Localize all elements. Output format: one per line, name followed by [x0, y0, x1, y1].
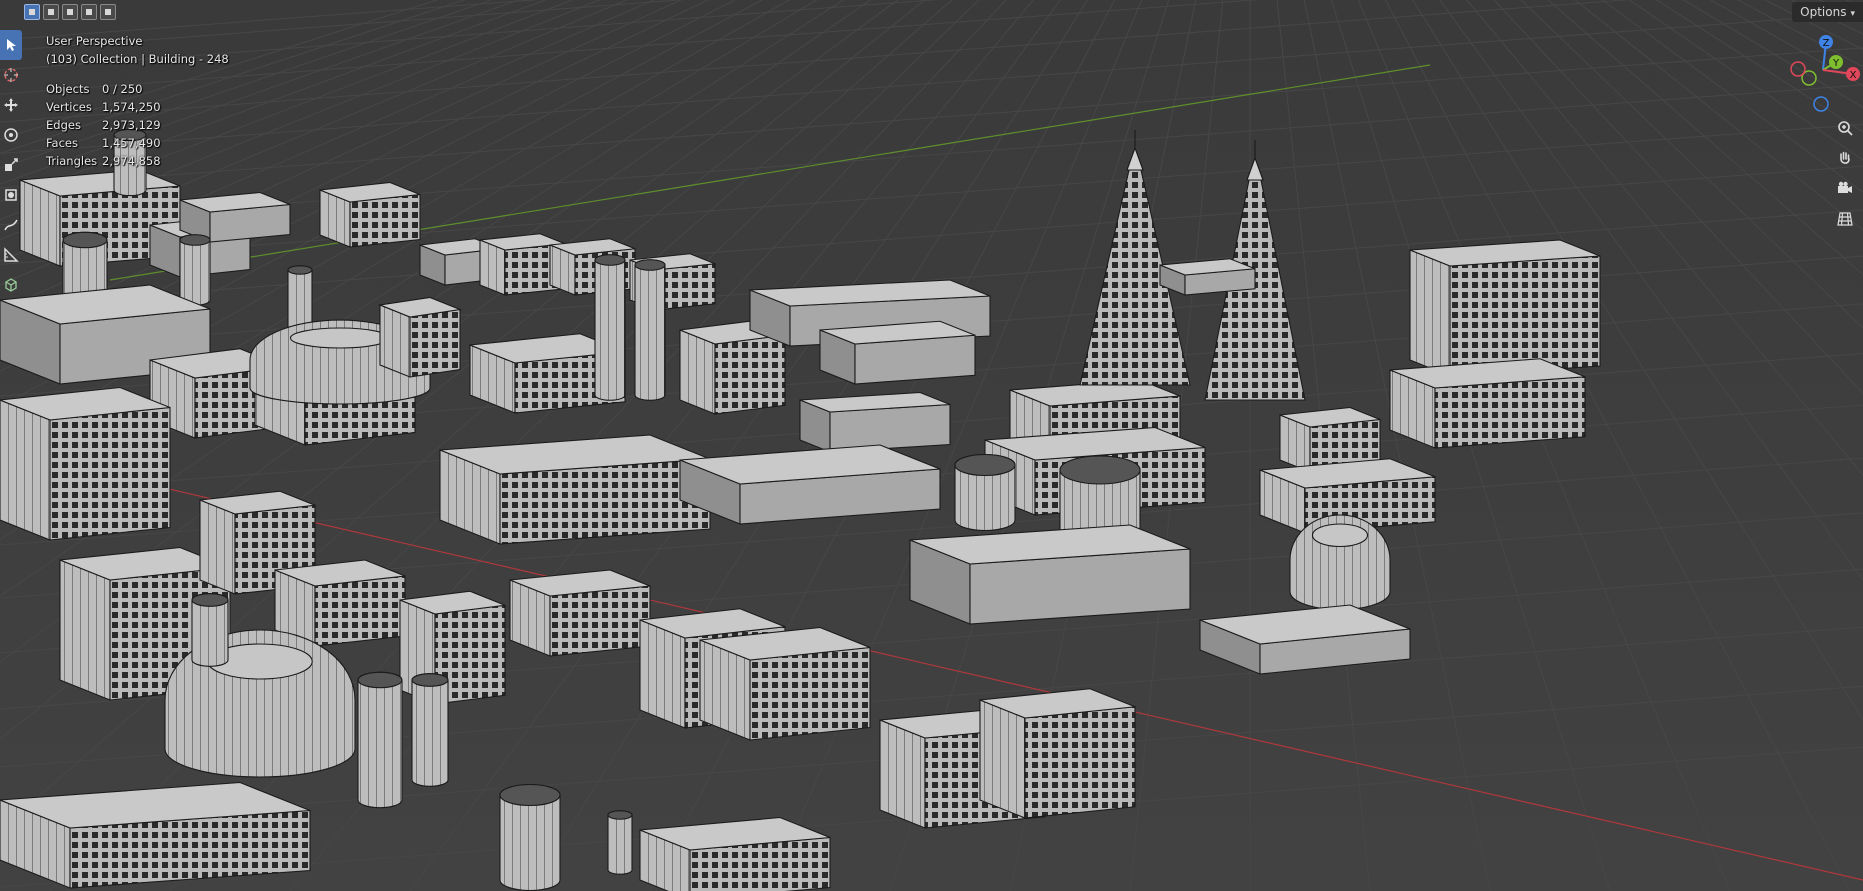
stat-value: 0 / 250 — [102, 82, 143, 96]
grid-ortho-icon[interactable] — [1833, 207, 1857, 231]
y-axis-label: Y — [1832, 58, 1840, 69]
pan-hand-icon[interactable] — [1833, 146, 1857, 170]
tool-shelf — [0, 30, 22, 300]
3d-viewport[interactable] — [0, 0, 1863, 891]
building-mesh — [439, 434, 711, 545]
zoom-icon[interactable] — [1833, 116, 1857, 140]
building-mesh — [979, 688, 1136, 819]
navigation-gizmo[interactable]: Z Y X — [1783, 32, 1863, 122]
building-mesh — [819, 320, 976, 385]
chimney-mesh — [411, 673, 449, 787]
stat-label: Vertices — [46, 100, 92, 114]
rotate-icon[interactable] — [0, 120, 22, 150]
scale-icon[interactable] — [0, 150, 22, 180]
stat-value: 2,974,858 — [102, 154, 161, 168]
stat-value: 1,574,250 — [102, 100, 161, 114]
view-name: User Perspective — [46, 34, 143, 48]
chevron-down-icon: ▾ — [1850, 9, 1855, 19]
select-box-icon[interactable] — [24, 4, 40, 20]
building-mesh — [0, 781, 311, 889]
chimney-mesh — [499, 783, 561, 891]
move-icon[interactable] — [0, 90, 22, 120]
building-mesh — [679, 444, 941, 525]
select-subtract-icon[interactable] — [62, 4, 78, 20]
z-axis-label: Z — [1823, 38, 1830, 49]
building-mesh — [319, 181, 421, 248]
options-label: Options — [1800, 5, 1847, 19]
select-invert-icon[interactable] — [81, 4, 97, 20]
neg-x-bubble[interactable] — [1790, 61, 1806, 77]
chimney-mesh — [357, 671, 403, 809]
building-mesh — [274, 559, 406, 647]
stat-label: Faces — [46, 136, 78, 150]
building-mesh — [1159, 258, 1256, 296]
building-mesh — [509, 569, 651, 657]
chimney-mesh — [191, 593, 229, 667]
select-intersect-icon[interactable] — [100, 4, 116, 20]
stat-label: Triangles — [46, 154, 98, 168]
scene-statistics: Objects 0 / 250 Vertices 1,574,250 Edges 2,… — [46, 80, 229, 170]
options-dropdown[interactable]: Options ▾ — [1792, 2, 1863, 22]
scene-canvas[interactable] — [0, 0, 1863, 891]
chimney-mesh — [594, 254, 626, 401]
x-axis-label: X — [1850, 70, 1857, 81]
stat-value: 2,973,129 — [102, 118, 161, 132]
select-cursor-icon[interactable] — [0, 30, 22, 60]
neg-z-bubble[interactable] — [1813, 96, 1829, 112]
building-mesh — [377, 296, 463, 378]
add-cube-icon[interactable] — [0, 270, 22, 300]
building-mesh — [639, 816, 831, 891]
stat-label: Edges — [46, 118, 81, 132]
transform-icon[interactable] — [0, 180, 22, 210]
annotate-icon[interactable] — [0, 210, 22, 240]
building-mesh — [1389, 358, 1586, 449]
stat-label: Objects — [46, 82, 90, 96]
building-mesh — [699, 626, 871, 741]
select-extend-icon[interactable] — [43, 4, 59, 20]
tank-dome-mesh — [1289, 514, 1391, 611]
chimney-mesh — [954, 453, 1016, 532]
building-mesh — [909, 524, 1191, 625]
building-mesh — [799, 391, 951, 453]
viewport-text-overlay: User Perspective (103) Collection | Buil… — [46, 32, 229, 170]
chimney-mesh — [634, 259, 666, 401]
active-collection: (103) Collection | Building - 248 — [46, 52, 229, 66]
stat-value: 1,457,490 — [102, 136, 161, 150]
camera-icon[interactable] — [1833, 176, 1857, 200]
building-mesh — [0, 386, 171, 541]
chimney-mesh — [607, 810, 633, 875]
select-mode-toolbar — [24, 4, 116, 22]
measure-icon[interactable] — [0, 240, 22, 270]
chimney-mesh — [179, 234, 211, 306]
cursor-icon[interactable] — [0, 60, 22, 90]
building-mesh — [1409, 239, 1601, 377]
